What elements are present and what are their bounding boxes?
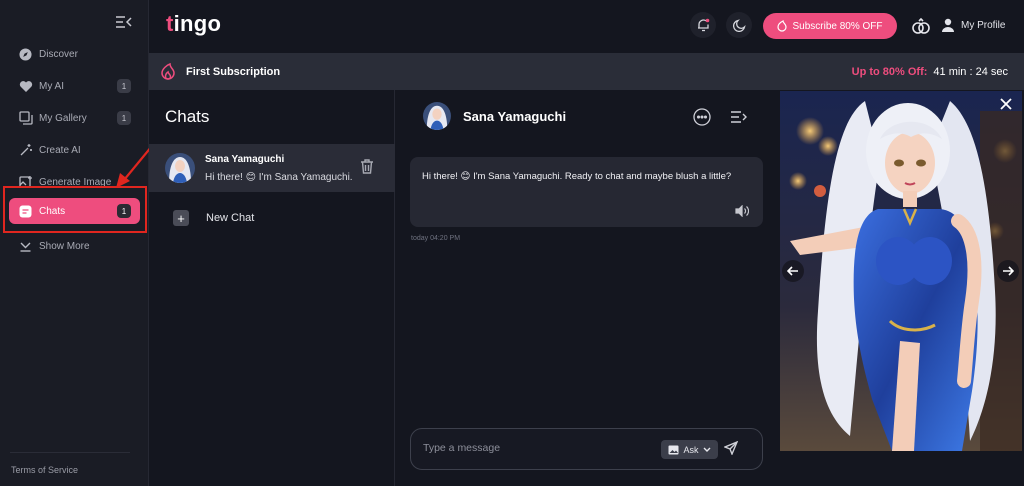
sidebar-item-show-more[interactable]: Show More (0, 230, 149, 262)
chats-title: Chats (165, 107, 210, 126)
banner-title: First Subscription (186, 66, 281, 78)
image-icon (668, 445, 679, 455)
user-icon (941, 18, 955, 32)
subscribe-button[interactable]: Subscribe 80% OFF (763, 13, 897, 39)
magic-wand-icon (18, 143, 33, 158)
new-chat-label: New Chat (206, 212, 255, 224)
chevron-down-icon (703, 447, 711, 453)
message-bubble: Hi there! 😊 I'm Sana Yamaguchi. Ready to… (410, 157, 763, 227)
notification-button[interactable] (690, 12, 716, 38)
chat-list-item[interactable]: Sana Yamaguchi Hi there! 😊 I'm Sana Yama… (149, 144, 395, 192)
sidebar-item-label: My Gallery (39, 112, 87, 124)
trash-icon[interactable] (360, 158, 376, 176)
chevron-down-icon (18, 239, 33, 254)
chat-preview: Hi there! 😊 I'm Sana Yamaguchi. Ready to… (205, 172, 355, 183)
conversation-title: Sana Yamaguchi (463, 109, 567, 124)
sidebar-divider (10, 452, 130, 453)
compass-icon (18, 47, 33, 62)
message-text: Hi there! 😊 I'm Sana Yamaguchi. Ready to… (422, 171, 732, 182)
more-options-icon[interactable] (693, 108, 711, 126)
theme-toggle-button[interactable] (726, 12, 752, 38)
gallery-icon (18, 111, 33, 126)
subscription-banner: First Subscription Up to 80% Off: 41 min … (149, 53, 1024, 90)
count-badge: 1 (117, 204, 131, 218)
banner-promo[interactable]: Up to 80% Off: 41 min : 24 sec (852, 66, 1008, 78)
message-composer[interactable]: Type a message Ask (410, 428, 763, 470)
speaker-icon[interactable] (735, 205, 749, 217)
top-bar: tingo Subscribe 80% OFF My Profile (149, 0, 1024, 52)
sidebar-item-label: Create AI (39, 144, 81, 156)
message-input[interactable]: Type a message (423, 442, 500, 454)
count-badge: 1 (117, 79, 131, 93)
ask-dropdown[interactable]: Ask (661, 440, 718, 459)
character-image[interactable] (780, 91, 1022, 451)
sidebar-item-label: Generate Image (39, 176, 112, 188)
sidebar-item-label: Chats (39, 205, 66, 217)
avatar (165, 153, 195, 183)
sidebar-item-discover[interactable]: Discover (0, 38, 149, 70)
toggle-panel-icon[interactable] (730, 110, 748, 124)
subscribe-label: Subscribe 80% OFF (792, 20, 883, 32)
chats-panel: Chats Sana Yamaguchi Hi there! 😊 I'm San… (149, 90, 395, 486)
ask-label: Ask (683, 444, 699, 455)
sidebar-nav: Discover My AI 1 My Gallery 1 Create AI (0, 38, 149, 262)
message-timestamp: today 04:20 PM (411, 235, 461, 242)
new-chat-button[interactable]: + New Chat (173, 210, 254, 226)
promo-timer: 41 min : 24 sec (933, 66, 1008, 78)
arrow-left-icon (787, 266, 799, 276)
my-profile-button[interactable]: My Profile (941, 18, 1005, 32)
send-icon[interactable] (724, 441, 740, 457)
sidebar-item-my-ai[interactable]: My AI 1 (0, 70, 149, 102)
profile-label: My Profile (961, 19, 1006, 31)
flame-icon (161, 63, 177, 80)
rings-icon[interactable] (911, 17, 931, 35)
terms-of-service-link[interactable]: Terms of Service (11, 465, 78, 475)
conversation-panel: Sana Yamaguchi Hi there! 😊 I'm Sana Yama… (396, 90, 779, 486)
sidebar-item-label: My AI (39, 80, 65, 92)
avatar[interactable] (423, 102, 451, 130)
chat-contact-name: Sana Yamaguchi (205, 154, 285, 165)
heart-icon (18, 79, 33, 94)
image-plus-icon (18, 175, 33, 190)
collapse-sidebar-icon[interactable] (115, 14, 133, 30)
chat-icon (18, 204, 33, 219)
sidebar: Discover My AI 1 My Gallery 1 Create AI (0, 0, 149, 486)
arrow-right-icon (1002, 266, 1014, 276)
plus-icon: + (173, 210, 189, 226)
logo-mark: t (166, 11, 174, 36)
flame-icon (777, 20, 788, 32)
sidebar-item-chats[interactable]: Chats 1 (9, 198, 140, 224)
bell-icon (697, 18, 710, 32)
sidebar-item-generate-image[interactable]: Generate Image (0, 166, 149, 198)
sidebar-item-my-gallery[interactable]: My Gallery 1 (0, 102, 149, 134)
moon-icon (732, 18, 746, 32)
promo-discount: Up to 80% Off: (851, 66, 928, 78)
tingo-logo[interactable]: tingo (166, 11, 221, 37)
close-icon[interactable] (998, 96, 1014, 112)
sidebar-item-label: Discover (39, 48, 78, 60)
next-image-button[interactable] (997, 260, 1019, 282)
sidebar-item-label: Show More (39, 240, 90, 252)
previous-image-button[interactable] (782, 260, 804, 282)
count-badge: 1 (117, 111, 131, 125)
sidebar-item-create-ai[interactable]: Create AI (0, 134, 149, 166)
